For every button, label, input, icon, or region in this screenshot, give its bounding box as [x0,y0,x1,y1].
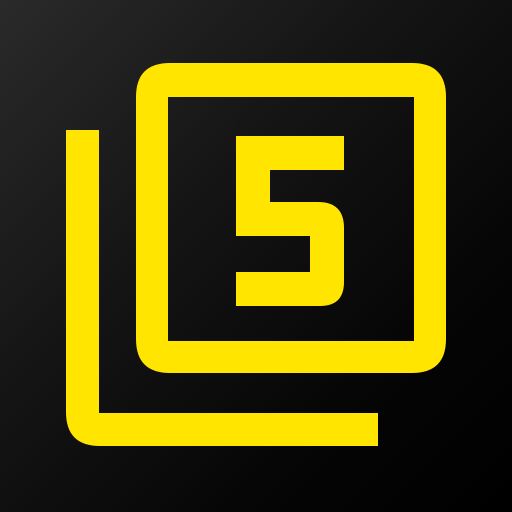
digit-five-glyph [236,136,344,306]
app-icon-background [0,0,512,512]
filter-5-icon [66,63,446,446]
